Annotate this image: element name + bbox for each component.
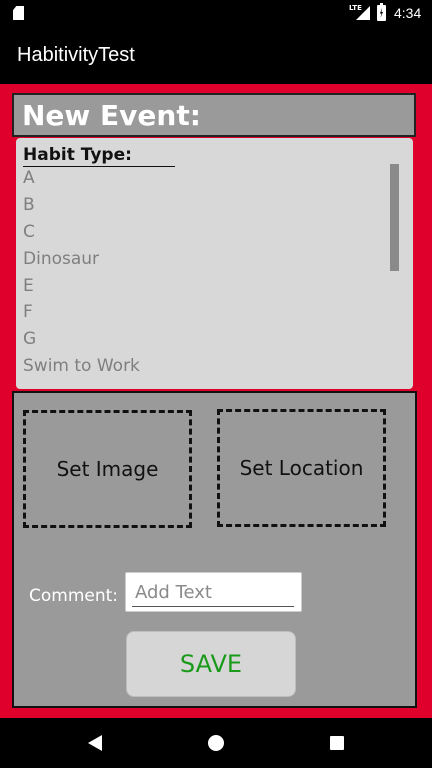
save-button[interactable]: SAVE — [126, 631, 296, 697]
status-time: 4:34 — [394, 5, 422, 21]
sd-card-icon — [13, 6, 24, 20]
navigation-bar — [0, 718, 432, 768]
list-item-b[interactable]: B — [23, 195, 35, 215]
battery-charging-icon — [377, 3, 386, 21]
set-location-button[interactable]: Set Location — [217, 409, 386, 527]
list-item-f[interactable]: F — [23, 302, 33, 322]
input-underline — [132, 606, 294, 607]
app-bar: HabitivityTest — [0, 28, 432, 84]
comment-placeholder: Add Text — [135, 582, 212, 603]
save-label: SAVE — [179, 650, 243, 678]
list-item-g[interactable]: G — [23, 329, 36, 349]
list-item-e[interactable]: E — [23, 276, 34, 296]
header-box: New Event: — [12, 93, 416, 137]
recent-apps-icon[interactable] — [330, 736, 344, 750]
back-icon[interactable] — [88, 735, 102, 751]
comment-label: Comment: — [29, 586, 119, 606]
list-item-dinosaur[interactable]: Dinosaur — [23, 249, 99, 269]
content-area: New Event: Habit Type: A B C Dinosaur E … — [0, 84, 432, 718]
event-panel: Set Image Set Location Comment: Add Text… — [12, 391, 417, 708]
list-item-swim-to-work[interactable]: Swim to Work — [23, 356, 140, 376]
set-image-button[interactable]: Set Image — [23, 410, 192, 528]
habit-type-label: Habit Type: — [23, 145, 175, 167]
status-bar: LTE 4:34 — [0, 0, 432, 28]
set-image-label: Set Image — [56, 457, 159, 481]
list-item-c[interactable]: C — [23, 222, 35, 242]
set-location-label: Set Location — [239, 456, 364, 480]
home-icon[interactable] — [208, 735, 224, 751]
list-item-a[interactable]: A — [23, 168, 35, 188]
habit-type-list[interactable]: Habit Type: A B C Dinosaur E F G Swim to… — [16, 138, 413, 389]
app-title: HabitivityTest — [17, 44, 135, 66]
list-scrollbar[interactable] — [390, 164, 399, 271]
page-title: New Event: — [22, 99, 201, 132]
network-type: LTE — [349, 4, 362, 12]
comment-input[interactable]: Add Text — [125, 572, 302, 612]
